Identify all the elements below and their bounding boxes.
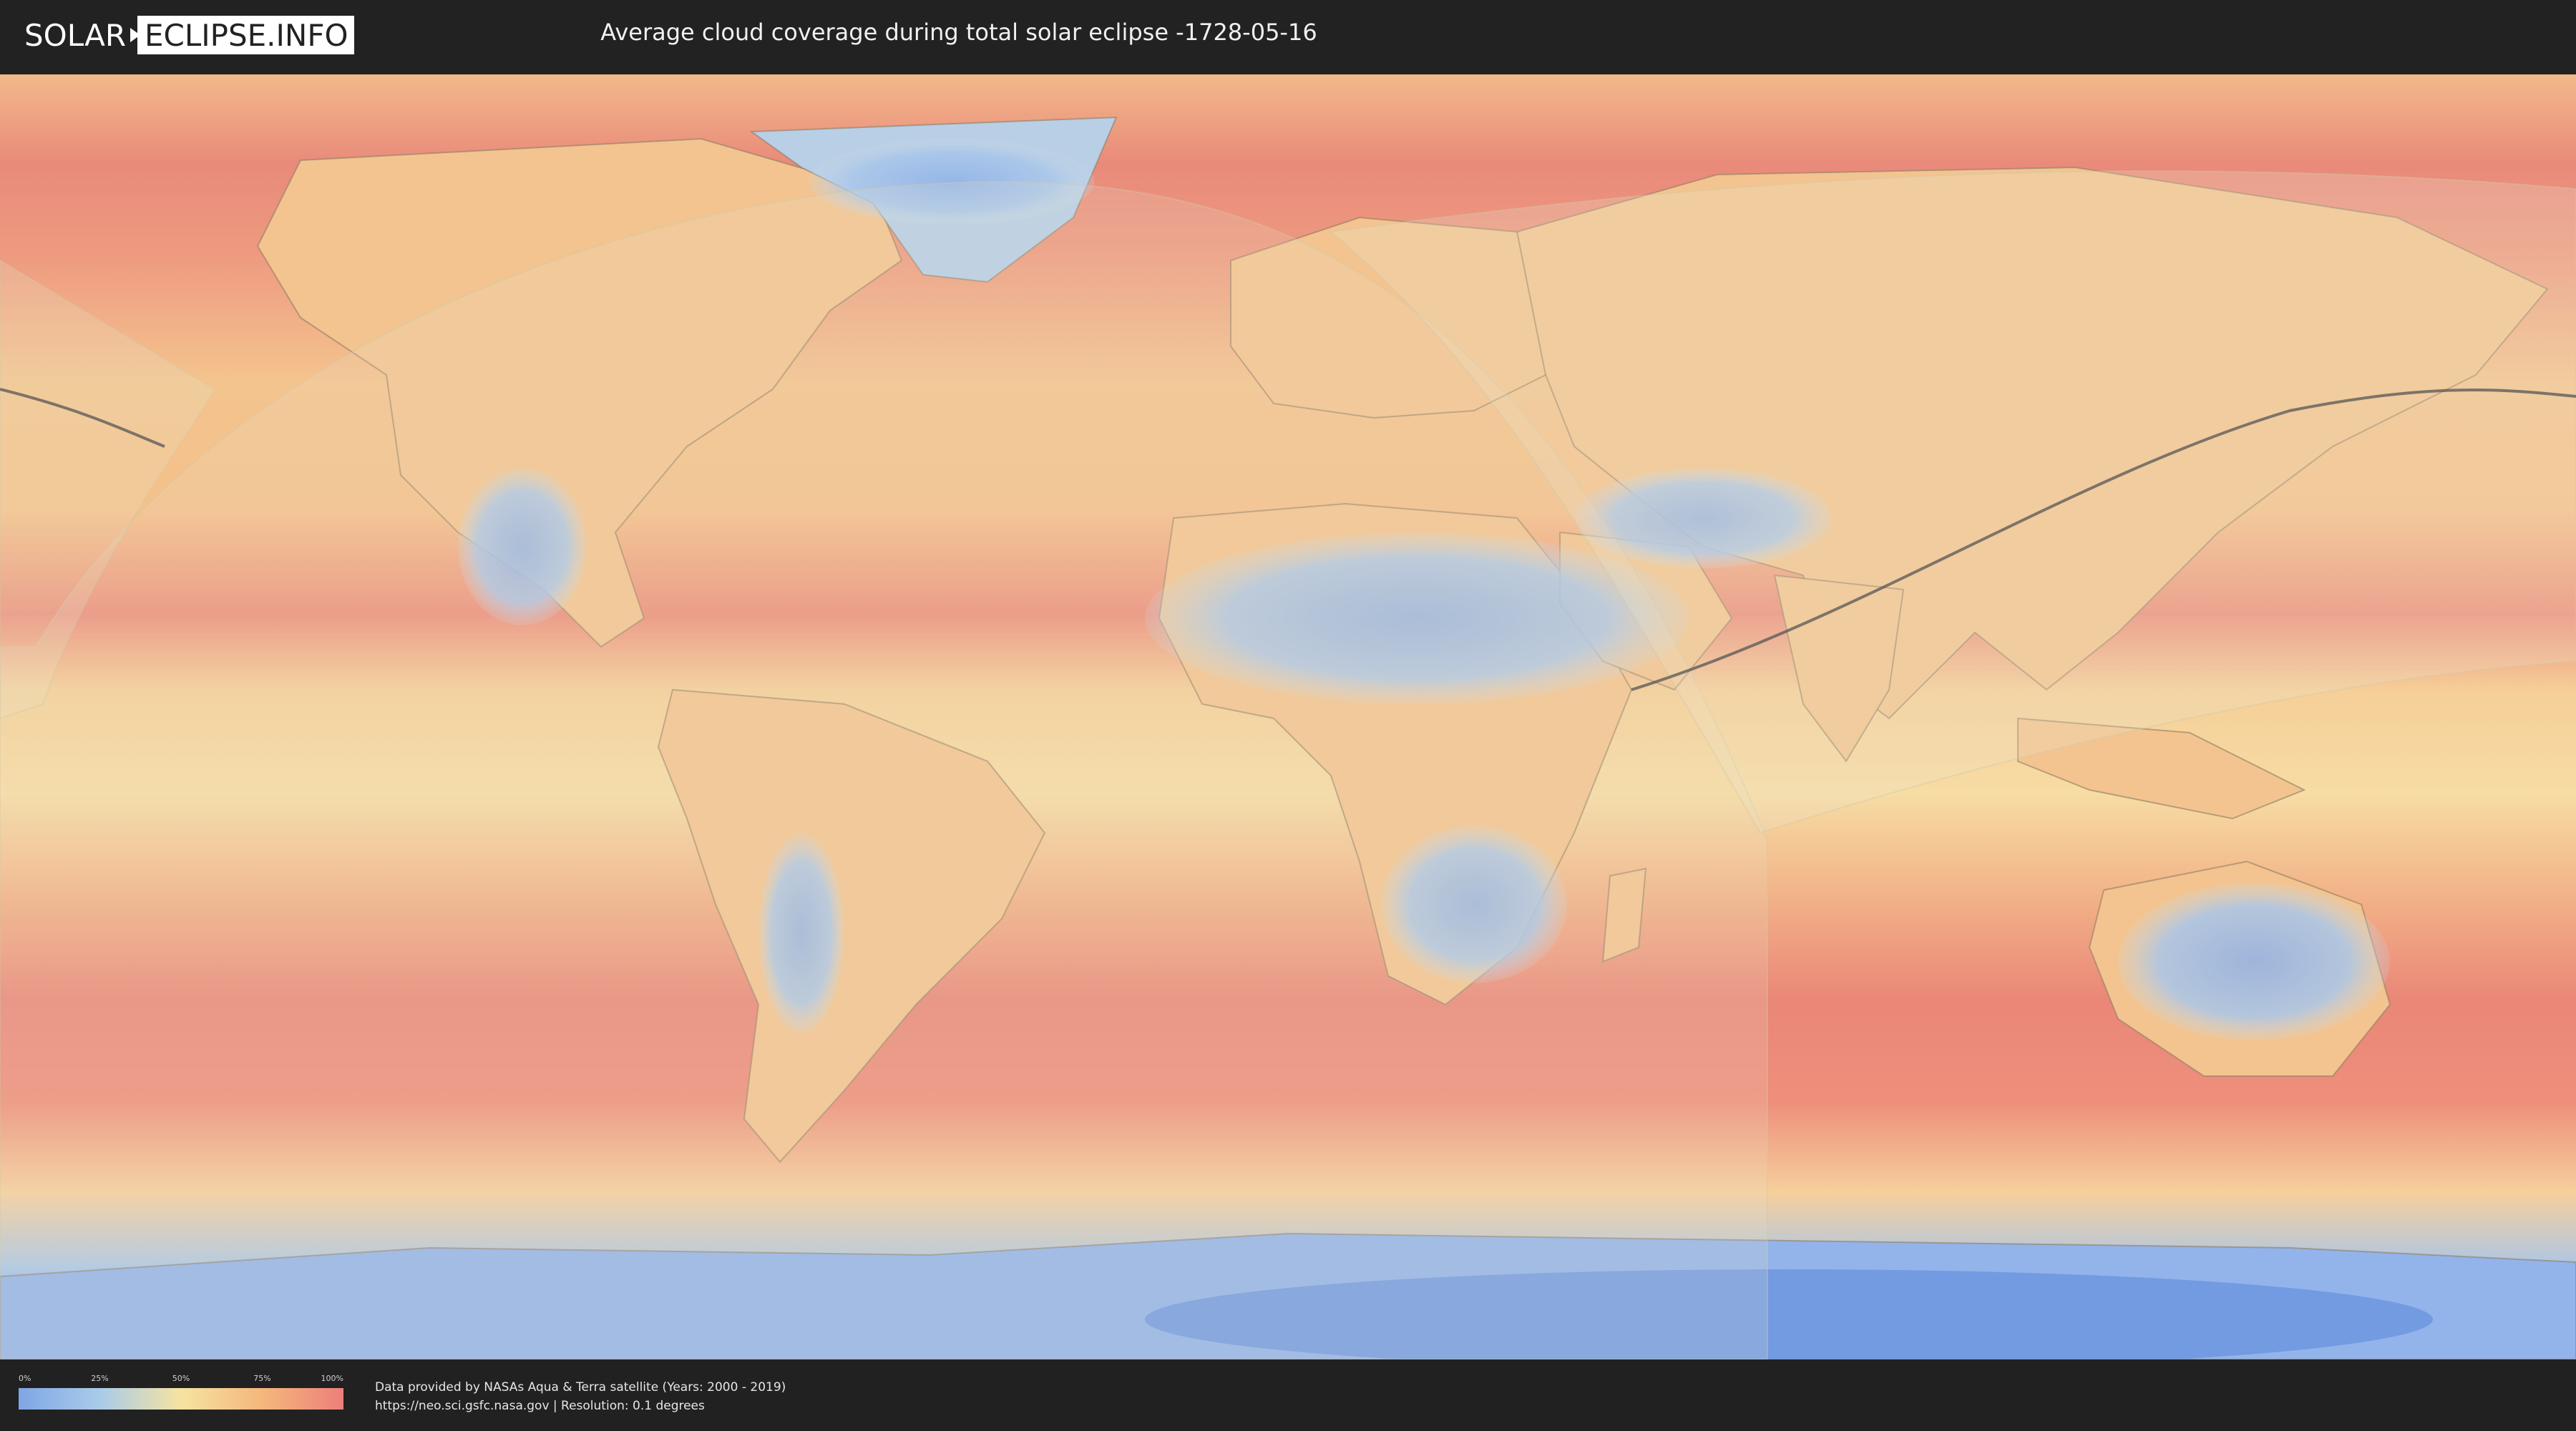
legend-tick-100: 100% — [321, 1374, 343, 1383]
australia-dry — [2118, 883, 2390, 1040]
map-canvas — [0, 74, 2576, 1359]
page-title: Average cloud coverage during total sola… — [600, 19, 1317, 46]
header-bar: SOLAR ECLIPSE.INFO Average cloud coverag… — [0, 0, 2576, 72]
credit-line-source: Data provided by NASAs Aqua & Terra sate… — [375, 1380, 786, 1395]
legend-tick-75: 75% — [253, 1374, 271, 1383]
legend-color-bar — [19, 1388, 343, 1410]
legend-tick-50: 50% — [172, 1374, 190, 1383]
legend-ticks: 0% 25% 50% 75% 100% — [19, 1374, 343, 1385]
cloud-coverage-map[interactable] — [0, 74, 2576, 1359]
cloud-coverage-legend: 0% 25% 50% 75% 100% — [19, 1374, 343, 1410]
legend-tick-25: 25% — [91, 1374, 109, 1383]
legend-tick-0: 0% — [19, 1374, 31, 1383]
data-credits: Data provided by NASAs Aqua & Terra sate… — [375, 1378, 786, 1415]
credit-line-url[interactable]: https://neo.sci.gsfc.nasa.gov | Resoluti… — [375, 1397, 786, 1415]
